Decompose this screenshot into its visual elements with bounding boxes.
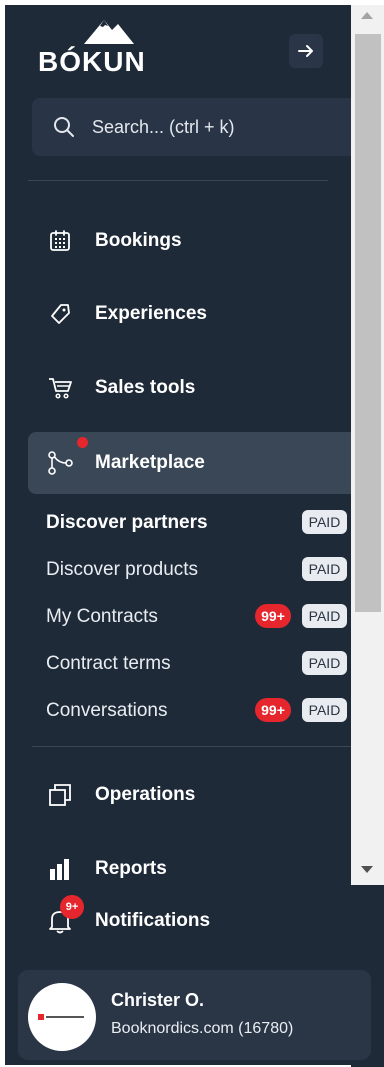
user-profile-card[interactable]: Christer O. Booknordics.com (16780)	[18, 970, 371, 1060]
company-logo	[38, 1014, 84, 1020]
nav-item-operations[interactable]: Operations	[28, 764, 351, 826]
subnav-item-contract-terms[interactable]: Contract terms PAID	[46, 649, 351, 679]
bokun-logo[interactable]: BÓKUN	[32, 16, 162, 77]
search-placeholder: Search... (ctrl + k)	[92, 116, 235, 137]
divider	[32, 746, 351, 747]
nav-item-label: Operations	[95, 784, 196, 805]
count-badge: 99+	[255, 698, 291, 722]
nav-item-label: Marketplace	[95, 452, 205, 473]
scroll-down-arrow-icon[interactable]	[361, 866, 373, 873]
nav-item-experiences[interactable]: Experiences	[28, 283, 351, 345]
notifications-count-badge: 9+	[60, 895, 84, 919]
network-nodes-icon	[46, 449, 74, 477]
subnav-item-label: Discover partners	[46, 512, 208, 533]
search-icon	[54, 117, 74, 137]
nav-item-label: Sales tools	[95, 377, 196, 398]
subnav-item-my-contracts[interactable]: My Contracts 99+ PAID	[46, 602, 351, 632]
count-badge: 99+	[255, 604, 291, 628]
avatar	[28, 983, 96, 1051]
search-input[interactable]: Search... (ctrl + k)	[32, 98, 351, 156]
bar-chart-icon	[46, 855, 74, 883]
paid-badge: PAID	[302, 604, 347, 628]
calendar-icon	[46, 227, 74, 255]
paid-badge: PAID	[302, 651, 347, 675]
marketplace-alert-dot	[77, 437, 88, 448]
nav-item-label: Notifications	[95, 910, 211, 931]
cart-icon	[46, 374, 74, 402]
paid-badge: PAID	[302, 510, 347, 534]
user-name: Christer O.	[111, 990, 205, 1010]
scroll-up-arrow-icon[interactable]	[361, 12, 373, 19]
subnav-item-label: Contract terms	[46, 653, 171, 674]
sidebar: BÓKUN Search... (ctrl + k) Bookings Expe…	[0, 0, 384, 1067]
nav-item-sales-tools[interactable]: Sales tools	[28, 357, 351, 419]
paid-badge: PAID	[302, 698, 347, 722]
divider	[28, 180, 328, 181]
subnav-item-discover-partners[interactable]: Discover partners PAID	[46, 508, 351, 538]
collapse-sidebar-button[interactable]	[289, 34, 323, 68]
logo-text: BÓKUN	[38, 46, 146, 77]
subnav-item-label: My Contracts	[46, 606, 158, 627]
paid-badge: PAID	[302, 557, 347, 581]
subnav-item-label: Discover products	[46, 559, 199, 580]
mountain-icon	[84, 20, 134, 44]
scrollbar-thumb[interactable]	[355, 34, 381, 612]
nav-item-label: Experiences	[95, 303, 207, 324]
nav-item-label: Bookings	[95, 230, 182, 251]
copy-squares-icon	[46, 781, 74, 809]
user-organization: Booknordics.com (16780)	[111, 1020, 294, 1037]
arrow-right-icon	[298, 45, 313, 57]
nav-item-bookings[interactable]: Bookings	[28, 210, 351, 272]
nav-item-label: Reports	[95, 858, 167, 879]
subnav-item-label: Conversations	[46, 700, 168, 721]
tag-icon	[46, 300, 74, 328]
subnav-item-conversations[interactable]: Conversations 99+ PAID	[46, 696, 351, 726]
subnav-item-discover-products[interactable]: Discover products PAID	[46, 555, 351, 585]
